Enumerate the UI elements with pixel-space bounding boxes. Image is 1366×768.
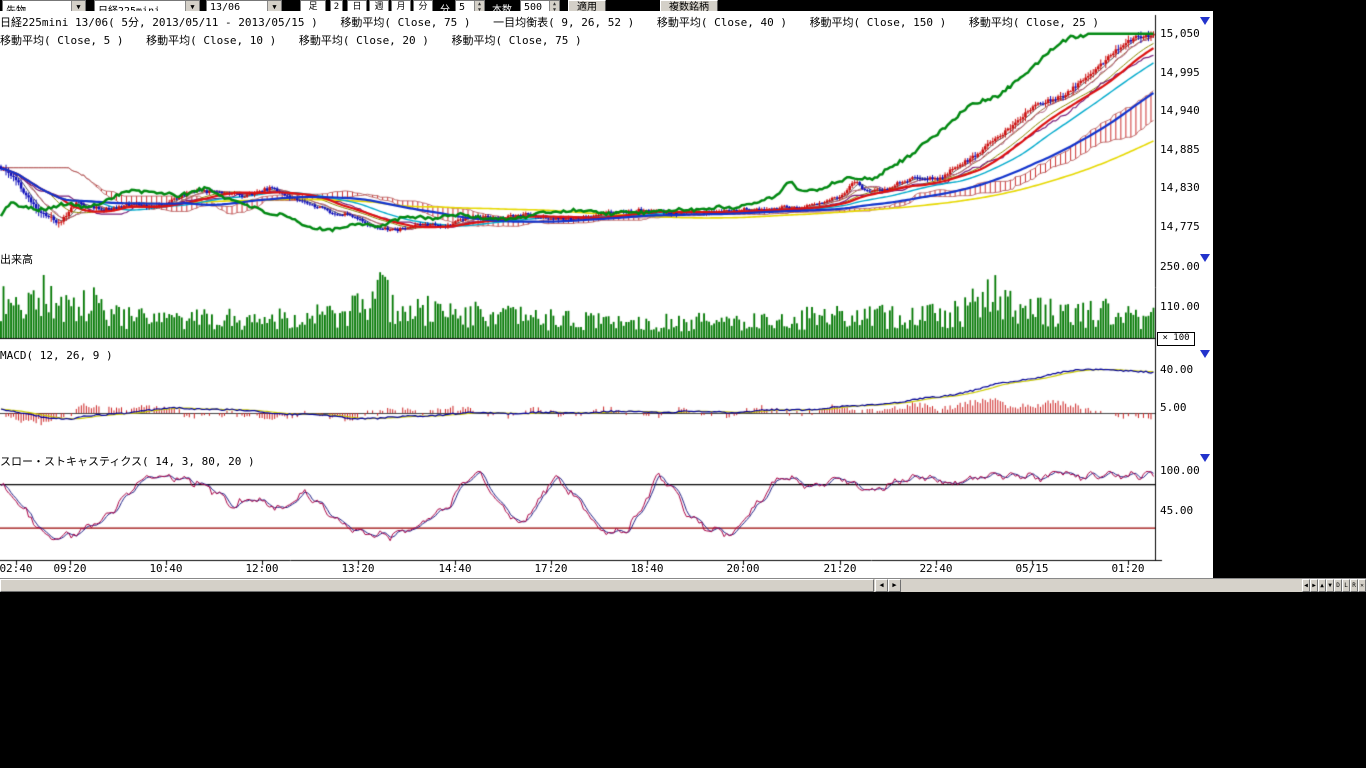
minute-value: 5 (459, 2, 465, 11)
time-axis-label: 14:40 (435, 562, 475, 575)
chart-tool-button-down[interactable]: ▼ (1326, 579, 1334, 592)
price-axis-label: 15,050 (1160, 27, 1208, 40)
legend-ma20: 移動平均( Close, 20 ) (299, 34, 429, 47)
time-axis-label: 12:00 (242, 562, 282, 575)
pane-menu-arrow-stoch[interactable] (1200, 454, 1210, 462)
time-axis-label: 05/15 (1012, 562, 1052, 575)
period-minute-button[interactable]: 分 (413, 0, 433, 11)
bar-count-spinner[interactable]: 500 ▲▼ (520, 0, 560, 11)
volume-unit-badge: × 100 (1157, 332, 1195, 346)
legend-ma25: 移動平均( Close, 25 ) (969, 16, 1099, 29)
apply-button[interactable]: 適用 (568, 0, 606, 11)
stoch-pane-title: スロー・ストキャスティクス( 14, 3, 80, 20 ) (0, 453, 255, 469)
chart-tool-button-l[interactable]: L (1342, 579, 1350, 592)
chart-tool-button-r[interactable]: R (1350, 579, 1358, 592)
period-weekly-button[interactable]: 週 (369, 0, 389, 11)
pane-menu-arrow-macd[interactable] (1200, 350, 1210, 358)
chart-window: 日経225mini 13/06( 5分, 2013/05/11 - 2013/0… (0, 11, 1213, 578)
time-axis-label: 01:20 (1108, 562, 1148, 575)
multi-symbol-button[interactable]: 複数銘柄 (660, 0, 718, 11)
chart-tool-button-next[interactable]: ▶ (1310, 579, 1318, 592)
minute-value-spinner[interactable]: 5 ▲▼ (455, 0, 485, 11)
legend-ma75: 移動平均( Close, 75 ) (340, 16, 470, 29)
price-chart-canvas[interactable] (0, 11, 1213, 578)
symbol-select[interactable]: 日経225mini ▼ (94, 0, 200, 11)
stoch-axis-label: 45.00 (1160, 504, 1208, 517)
chevron-down-icon[interactable]: ▼ (267, 1, 281, 11)
bar-step-box[interactable]: 2 (330, 0, 343, 11)
chart-tool-button-close[interactable]: ✕ (1358, 579, 1366, 592)
price-axis-label: 14,830 (1160, 181, 1208, 194)
time-axis-label: 13:20 (338, 562, 378, 575)
time-axis-label: 02:40 (0, 562, 36, 575)
time-axis-label: 20:00 (723, 562, 763, 575)
bar-count-value: 500 (524, 2, 542, 11)
time-axis-label: 17:20 (531, 562, 571, 575)
symbol-value: 日経225mini (98, 6, 160, 11)
price-axis-label: 14,775 (1160, 220, 1208, 233)
chevron-down-icon[interactable]: ▼ (71, 1, 85, 11)
horizontal-scrollbar: ◀ ▶ ◀ ▶ ▲ ▼ D L R ✕ (0, 578, 1366, 592)
instrument-type-select[interactable]: 先物 ▼ (2, 0, 86, 11)
chart-legend-row1: 日経225mini 13/06( 5分, 2013/05/11 - 2013/0… (0, 14, 1115, 30)
spinner-arrows-icon[interactable]: ▲▼ (549, 1, 559, 11)
stoch-axis-label: 100.00 (1160, 464, 1208, 477)
legend-ma5: 移動平均( Close, 5 ) (0, 34, 123, 47)
spinner-arrows-icon[interactable]: ▲▼ (474, 1, 484, 11)
instrument-type-value: 先物 (6, 6, 26, 11)
scroll-left-button[interactable]: ◀ (875, 579, 888, 592)
time-axis-label: 21:20 (820, 562, 860, 575)
period-monthly-button[interactable]: 月 (391, 0, 411, 11)
volume-axis-label: 110.00 (1160, 300, 1208, 313)
legend-ma40: 移動平均( Close, 40 ) (657, 16, 787, 29)
macd-axis-label: 5.00 (1160, 401, 1208, 414)
scroll-right-button[interactable]: ▶ (888, 579, 901, 592)
bar-count-label: 本数 (492, 1, 512, 11)
contract-month-select[interactable]: 13/06 ▼ (206, 0, 282, 11)
contract-month-value: 13/06 (210, 2, 240, 11)
period-daily-button[interactable]: 日 (347, 0, 367, 11)
pane-menu-arrow-price[interactable] (1200, 17, 1210, 25)
macd-pane-title: MACD( 12, 26, 9 ) (0, 349, 113, 362)
price-axis-label: 14,885 (1160, 143, 1208, 156)
legend-ma150: 移動平均( Close, 150 ) (810, 16, 947, 29)
time-axis-label: 10:40 (146, 562, 186, 575)
scrollbar-thumb[interactable] (0, 579, 874, 592)
chart-tool-button-d[interactable]: D (1334, 579, 1342, 592)
time-axis-label: 09:20 (50, 562, 90, 575)
chevron-down-icon[interactable]: ▼ (185, 1, 199, 11)
legend-ma10: 移動平均( Close, 10 ) (146, 34, 276, 47)
time-axis-label: 18:40 (627, 562, 667, 575)
chart-tool-button-prev[interactable]: ◀ (1302, 579, 1310, 592)
chart-legend-row2: 移動平均( Close, 5 ) 移動平均( Close, 10 ) 移動平均(… (0, 32, 598, 48)
minute-label: 分 (440, 1, 450, 11)
bar-type-button[interactable]: 足 (300, 0, 326, 11)
time-axis-label: 22:40 (916, 562, 956, 575)
top-toolbar: 先物▼ 日経225mini▼ 13/06▼ 足 2 日 週 月 分 分 5▲▼ … (0, 0, 1366, 11)
macd-axis-label: 40.00 (1160, 363, 1208, 376)
pane-menu-arrow-volume[interactable] (1200, 254, 1210, 262)
price-axis-label: 14,995 (1160, 66, 1208, 79)
legend-symbol-range: 日経225mini 13/06( 5分, 2013/05/11 - 2013/0… (0, 16, 318, 29)
legend-ichimoku: 一目均衡表( 9, 26, 52 ) (493, 16, 634, 29)
volume-pane-title: 出来高 (0, 251, 33, 267)
price-axis-label: 14,940 (1160, 104, 1208, 117)
chart-tool-button-up[interactable]: ▲ (1318, 579, 1326, 592)
legend-ma75b: 移動平均( Close, 75 ) (452, 34, 582, 47)
